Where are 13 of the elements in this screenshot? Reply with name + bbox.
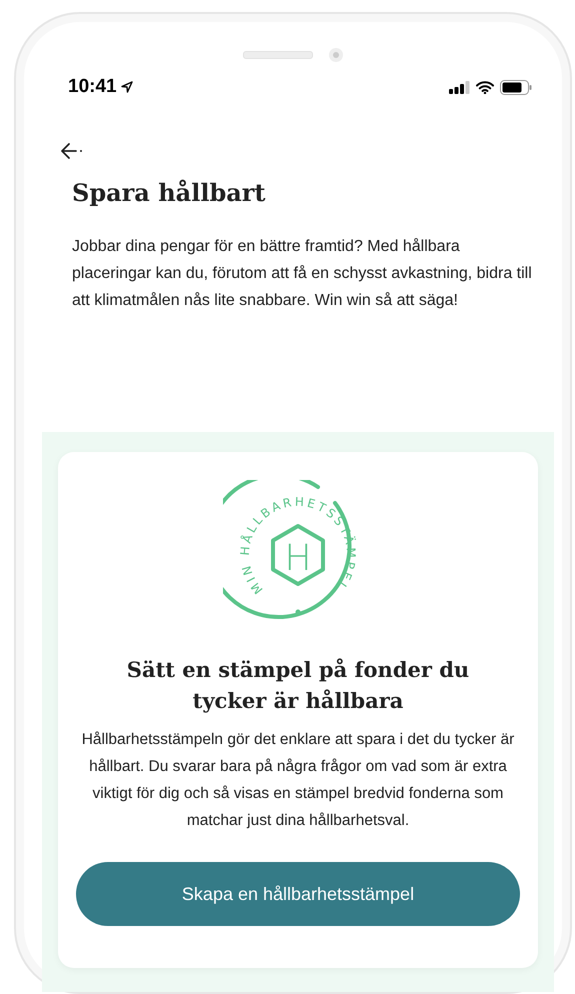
card-description: Hållbarhetsstämpeln gör det enklare att spara i det du tycker är hållbart. Du svarar bara på några frågor om vad som är extra viktigt för dig och så visas en stämpel bredvid fonderna som matchar just dina hållbarhetsval. (80, 730, 516, 831)
camera-dot (329, 48, 343, 62)
card-heading: Sätt en stämpel på fonder du tycker är hållbara (126, 656, 470, 715)
back-arrow-icon[interactable] (60, 142, 84, 160)
intro-text: Jobbar dina pengar för en bättre framtid? Med hållbara placeringar kan du, förutom att få en schysst avkastning, bidra till att klimatmålen nås lite snabbare. Win win så att säga! (72, 237, 532, 311)
wifi-icon (476, 80, 494, 94)
location-arrow-icon (120, 81, 133, 93)
speaker-grille (243, 51, 313, 59)
battery-icon (500, 80, 532, 94)
signal-icon (449, 80, 470, 94)
status-time: 10:41 (68, 76, 117, 98)
create-stamp-button[interactable]: Skapa en hållbarhetsstämpel (76, 862, 520, 926)
page-title: Spara hållbart (72, 178, 267, 207)
